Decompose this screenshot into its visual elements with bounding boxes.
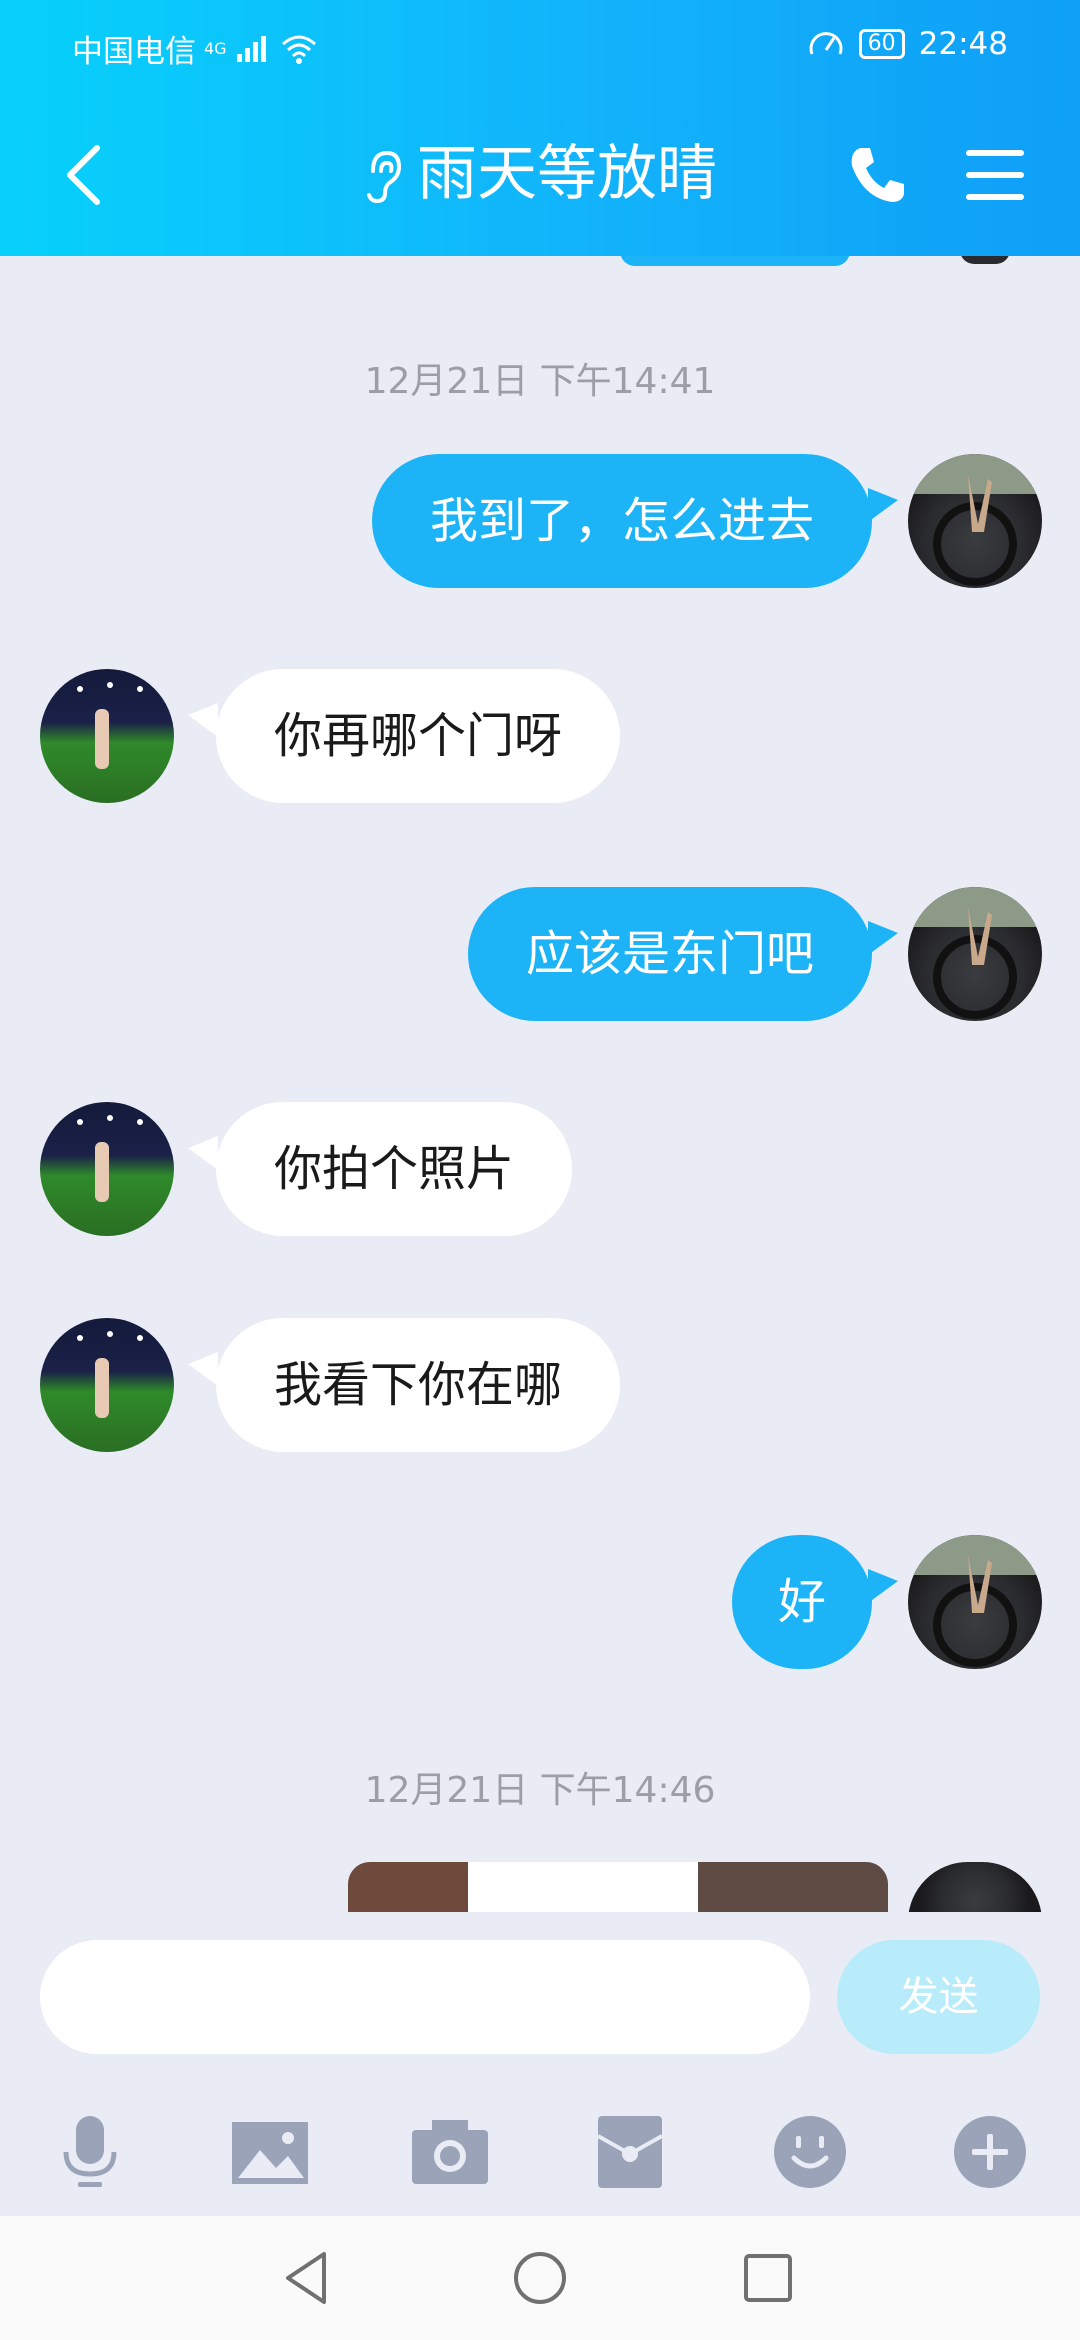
my-avatar[interactable] [908,454,1042,588]
bubble-tail [868,1569,898,1603]
image-icon[interactable] [230,2112,310,2192]
page-title: 雨天等放晴 [0,132,1080,216]
sent-image-message[interactable] [348,1862,888,1912]
bubble-tail [188,1352,218,1386]
chat-header: 中国电信 4G 60 22:48 雨天等放晴 [0,0,1080,256]
contact-avatar[interactable] [40,1102,174,1236]
timestamp: 12月21日 下午14:41 [364,361,716,402]
back-nav-icon[interactable] [276,2246,340,2310]
bubble-tail [868,488,898,522]
contact-avatar[interactable] [40,669,174,803]
system-nav-bar [0,2216,1080,2340]
sent-message-bubble[interactable]: 好 [731,1535,872,1669]
signal-icon [236,35,266,62]
bubble-tail [188,1136,218,1170]
input-toolbar [0,2102,1080,2202]
timestamp: 12月21日 下午14:46 [364,1770,716,1811]
plus-icon[interactable] [950,2112,1030,2192]
camera-icon[interactable] [410,2112,490,2192]
my-avatar[interactable] [908,887,1042,1021]
my-avatar[interactable] [908,1535,1042,1669]
received-message-bubble[interactable]: 你再哪个门呀 [216,669,621,803]
title-bar: 雨天等放晴 [0,132,1080,216]
send-button[interactable]: 发送 [837,1940,1040,2054]
emoji-icon[interactable] [770,2112,850,2192]
previous-message-fragment [620,256,850,266]
message-input[interactable] [40,1940,810,2054]
menu-icon[interactable] [962,142,1028,208]
previous-avatar-fragment [960,256,1010,264]
contact-name: 雨天等放晴 [417,139,717,209]
phone-icon[interactable] [844,142,910,208]
network-type: 4G [204,39,227,58]
clock: 22:48 [918,26,1008,62]
red-packet-icon[interactable] [590,2112,670,2192]
sent-message-bubble[interactable]: 应该是东门吧 [467,887,872,1021]
my-avatar[interactable] [908,1862,1042,1912]
ear-icon [367,151,402,204]
composer: 发送 [0,1912,1080,2216]
recents-nav-icon[interactable] [736,2246,800,2310]
home-nav-icon[interactable] [508,2246,572,2310]
bubble-tail [868,921,898,955]
contact-avatar[interactable] [40,1318,174,1452]
sent-message-bubble[interactable]: 我到了，怎么进去 [371,454,872,588]
carrier-label: 中国电信 [72,34,196,70]
microphone-icon[interactable] [50,2112,130,2192]
speed-gauge-icon [809,32,843,55]
received-message-bubble[interactable]: 你拍个照片 [216,1102,573,1236]
received-message-bubble[interactable]: 我看下你在哪 [216,1318,621,1452]
status-bar: 中国电信 4G 60 22:48 [0,20,1080,70]
battery-indicator: 60 [858,29,905,59]
wifi-icon [281,35,316,64]
message-list[interactable]: 12月21日 下午14:41 我到了，怎么进去 你再哪个门呀 应该是东门吧 你拍… [0,256,1080,1912]
bubble-tail [188,703,218,737]
